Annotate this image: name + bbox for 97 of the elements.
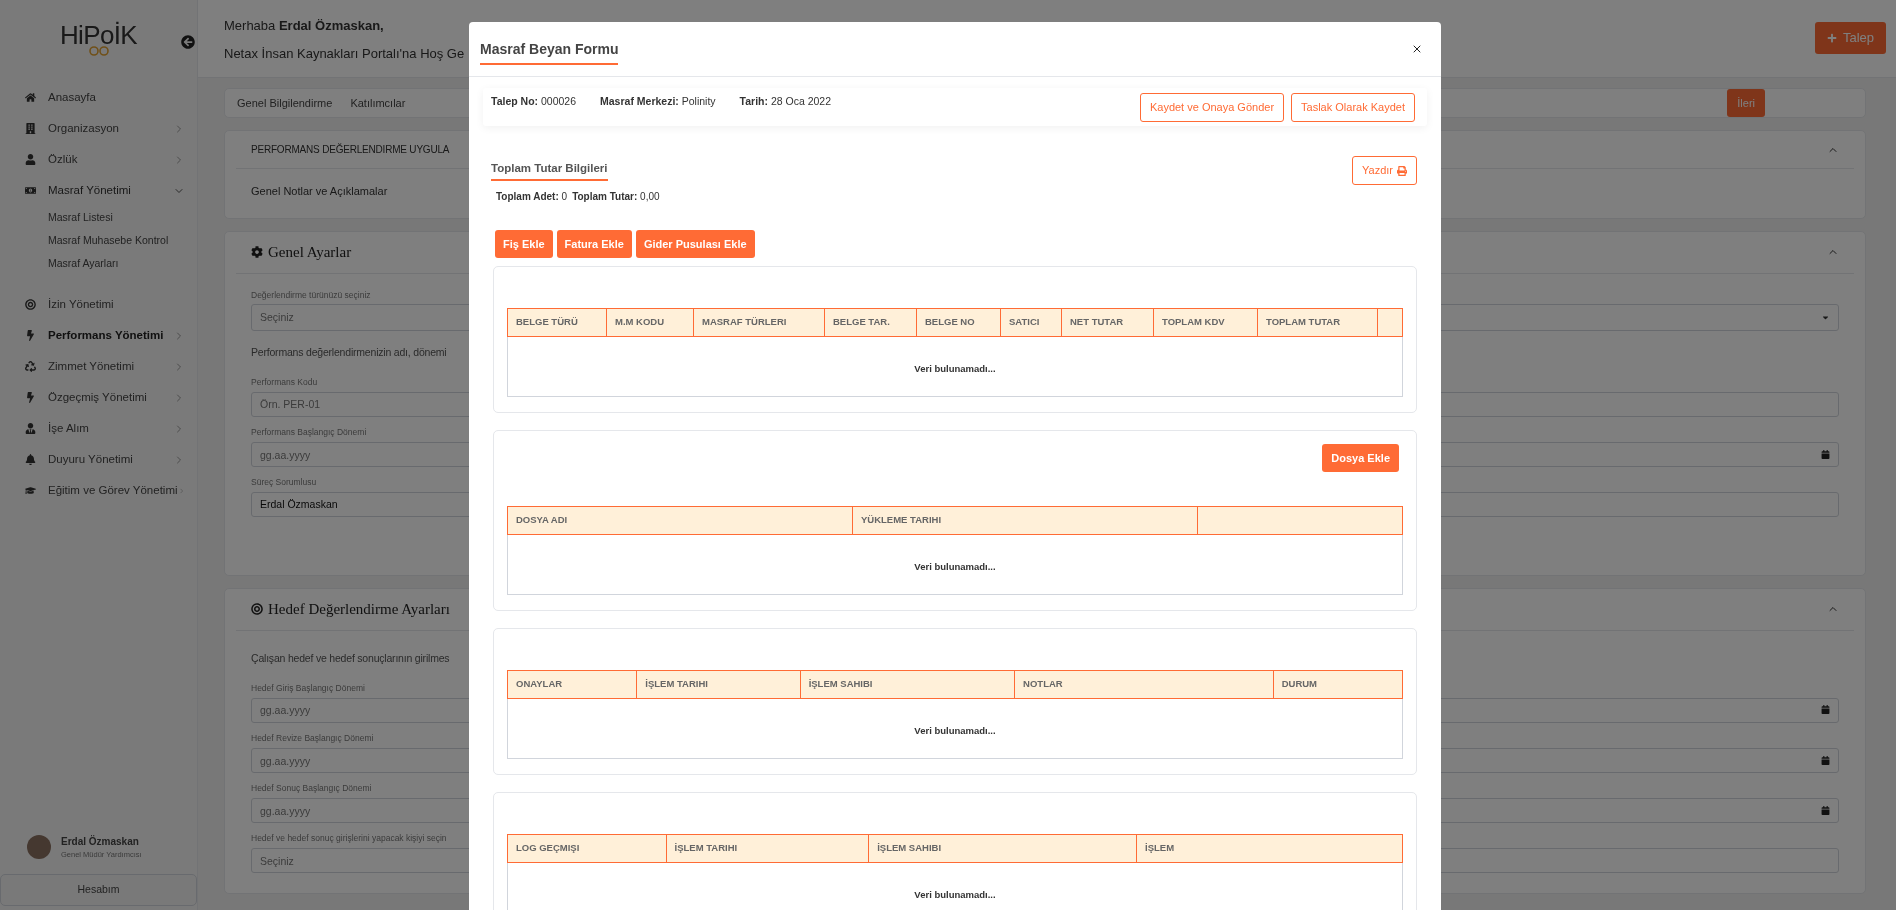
total-text: Toplam Tutar: 0,00 (572, 190, 660, 204)
greeting-text: Merhaba Erdal Özmaskan, (224, 17, 385, 35)
column-header: MASRAF TÜRLERI (693, 308, 825, 337)
submenu-item[interactable]: Masraf Ayarları (0, 252, 197, 275)
add-document-button[interactable]: Fiş Ekle (495, 230, 553, 258)
graduation-cap-icon (25, 485, 36, 496)
column-header: ONAYLAR (507, 670, 637, 699)
empty-table-message: Veri bulunamadı... (914, 724, 996, 736)
request-info-text: Talep No: 000026 (491, 94, 577, 109)
field-label: Hedef Giriş Başlangıç Dönemi (251, 681, 365, 695)
nav-item[interactable]: İşe Alım (0, 413, 197, 444)
empty-table-message: Veri bulunamadı... (914, 888, 996, 900)
person-icon (25, 423, 36, 434)
welcome-text: Netax İnsan Kaynakları Portalı'na Hoş Ge (224, 44, 465, 63)
logo-text: HiPoİK (60, 22, 137, 48)
column-header: BELGE TÜRÜ (507, 308, 607, 337)
request-info-text: Masraf Merkezi: Polinity (600, 94, 716, 109)
building-icon (25, 123, 36, 134)
bell-icon (25, 454, 36, 465)
calendar-icon[interactable] (1821, 805, 1830, 815)
column-header: İŞLEM SAHIBI (868, 834, 1137, 863)
section-title: Genel Ayarlar (268, 242, 352, 262)
column-header: LOG GEÇMIŞI (507, 834, 667, 863)
outline-action-button[interactable]: Kaydet ve Onaya Gönder (1139, 92, 1285, 122)
field-label: Hedef Revize Başlangıç Dönemi (251, 731, 374, 745)
column-header: NOTLAR (1014, 670, 1274, 699)
column-header: DURUM (1273, 670, 1403, 699)
rings-icon (87, 46, 110, 56)
field-label: Süreç Sorumlusu (251, 476, 317, 489)
user-icon (25, 154, 36, 165)
field-label: Hedef Sonuç Başlangıç Dönemi (251, 782, 372, 795)
card-title: PERFORMANS DEĞERLENDIRME UYGULA (251, 142, 450, 157)
nav-item[interactable]: Anasayfa (0, 82, 197, 113)
modal-title: Masraf Beyan Formu (480, 33, 619, 65)
column-header: NET TUTAR (1061, 308, 1154, 337)
add-document-button[interactable]: Fatura Ekle (556, 230, 632, 258)
add-file-button[interactable]: Dosya Ekle (1322, 444, 1399, 472)
section-description: Performans değerlendirmenizin adı, dönemi (251, 345, 447, 361)
recycle-icon (25, 361, 36, 372)
account-button[interactable]: Hesabım (0, 874, 197, 906)
tab[interactable]: Katılımcılar (350, 94, 406, 112)
column-header: SATICI (1000, 308, 1062, 337)
user-name: Erdal Özmaskan (61, 834, 140, 849)
column-header: BELGE NO (916, 308, 1001, 337)
column-header: YÜKLEME TARIHI (852, 506, 1198, 535)
notes-text: Genel Notlar ve Açıklamalar (251, 184, 388, 199)
avatar (27, 834, 51, 859)
field-label: Performans Başlangıç Dönemi (251, 425, 367, 439)
column-header: BELGE TAR. (824, 308, 917, 337)
nav-item[interactable]: Masraf Yönetimi (0, 175, 197, 206)
new-request-button[interactable]: Talep (1814, 22, 1886, 54)
column-header: İŞLEM TARIHI (666, 834, 869, 863)
nav-item[interactable]: Eğitim ve Görev Yönetimi (0, 475, 197, 506)
close-icon (1411, 43, 1423, 55)
gear-icon (251, 246, 263, 258)
field-label: Değerlendirme türünüzü seçiniz (251, 288, 371, 302)
total-text: Toplam Adet: 0 (496, 190, 568, 204)
calendar-icon[interactable] (1821, 449, 1830, 459)
printer-icon (1397, 165, 1407, 176)
nav-item[interactable]: Özgeçmiş Yönetimi (0, 382, 197, 413)
lightning-icon (25, 392, 36, 403)
collapse-icon[interactable] (181, 35, 195, 49)
section-description: Çalışan hedef ve hedef sonuçlarının girilmes (251, 650, 450, 666)
empty-table-message: Veri bulunamadı... (914, 560, 996, 572)
plus-icon (1826, 33, 1837, 43)
banknote-icon (25, 185, 36, 196)
nav-item[interactable]: Özlük (0, 144, 197, 175)
column-header: DOSYA ADI (507, 506, 853, 535)
target-icon (251, 603, 263, 616)
empty-table-message: Veri bulunamadı... (914, 362, 996, 374)
column-header: M.M KODU (606, 308, 694, 337)
nav-item[interactable]: Zimmet Yönetimi (0, 351, 197, 382)
nav-item[interactable]: İzin Yönetimi (0, 289, 197, 320)
submenu-item[interactable]: Masraf Listesi (0, 206, 197, 229)
column-header: İŞLEM TARIHI (636, 670, 801, 699)
column-header: İŞLEM SAHIBI (800, 670, 1015, 699)
column-header: TOPLAM TUTAR (1257, 308, 1378, 337)
section-title: Hedef Değerlendirme Ayarları (268, 600, 450, 619)
nav-item[interactable]: Organizasyon (0, 113, 197, 144)
nav-item[interactable]: Performans Yönetimi (0, 320, 197, 351)
field-label: Performans Kodu (251, 376, 318, 389)
outline-action-button[interactable]: Taslak Olarak Kaydet (1291, 92, 1415, 122)
section-title: Toplam Tutar Bilgileri (491, 160, 608, 182)
submenu-item[interactable]: Masraf Muhasebe Kontrol (0, 229, 197, 252)
add-document-button[interactable]: Gider Pusulası Ekle (635, 230, 755, 258)
print-button[interactable]: Yazdır (1352, 156, 1417, 185)
nav-item[interactable]: Duyuru Yönetimi (0, 444, 197, 475)
calendar-icon[interactable] (1821, 755, 1830, 765)
column-header: TOPLAM KDV (1153, 308, 1258, 337)
column-header: İŞLEM (1136, 834, 1403, 863)
next-button[interactable]: İleri (1727, 89, 1765, 117)
request-info-text: Tarih: 28 Oca 2022 (739, 94, 832, 109)
lightning-icon (25, 330, 36, 341)
home-icon (25, 92, 36, 103)
tab[interactable]: Genel Bilgilendirme (237, 94, 333, 112)
target-icon (25, 299, 36, 310)
calendar-icon[interactable] (1821, 705, 1830, 715)
